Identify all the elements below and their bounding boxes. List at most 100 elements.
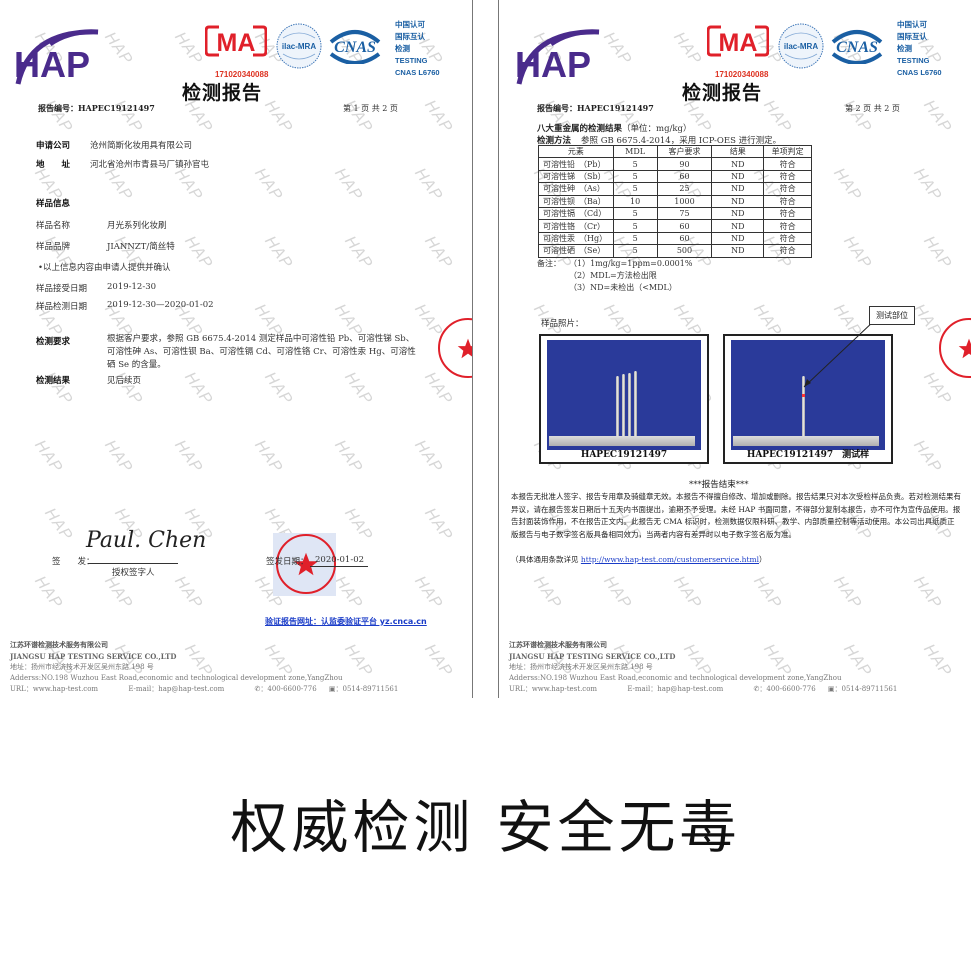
table-cell: 可溶性硒 （Se）	[538, 244, 614, 258]
watermark: HAP	[341, 505, 376, 545]
table-row: 可溶性硒 （Se） 5 500 ND 符合	[538, 244, 812, 258]
verify-report-link[interactable]: 验证报告网址：认监委验证平台 yz.cnca.cn	[265, 616, 427, 627]
report-number: 报告编号：HAPEC19121497	[38, 103, 155, 114]
cnas-line: CNAS L6760	[897, 68, 942, 77]
watermark: HAP	[411, 437, 446, 477]
photo-image	[547, 340, 701, 450]
watermark: HAP	[600, 573, 635, 613]
watermark: HAP	[910, 437, 945, 477]
disclaimer: 本报告无批准人签字、报告专用章及骑缝章无效。本报告不得擅自修改、增加或删除。报告…	[511, 492, 961, 539]
terms-line: （具体通用条款详见 http://www.hap-test.com/custom…	[511, 554, 961, 567]
results-table-body: 可溶性铅 （Pb） 5 90 ND 符合 可溶性锑 （Sb） 5 60 ND 符合 可溶性砷 （As…	[538, 157, 812, 258]
cnas-line: TESTING	[897, 56, 930, 65]
svg-text:HAP: HAP	[14, 44, 90, 85]
watermark: HAP	[411, 165, 446, 205]
requirement-label: 检测要求	[36, 337, 71, 347]
watermark: HAP	[101, 573, 136, 613]
cnas-logo: CNAS	[831, 30, 883, 64]
brush	[628, 373, 631, 440]
notes: （1）1mg/kg=1ppm=0.0001% （2）MDL=方法检出限 （3）N…	[569, 258, 692, 294]
photo-caption: HAPEC19121497 测试样	[746, 450, 870, 460]
footer-contact-row: URL：www.hap-test.com E-mail：hap@hap-test…	[10, 684, 398, 695]
report-title: 检测报告	[682, 82, 763, 104]
column-header: 单项判定	[763, 144, 812, 159]
footer: 江苏环谱检测技术服务有限公司 JIANGSU HAP TESTING SERVI…	[10, 640, 398, 695]
watermark: HAP	[421, 505, 456, 545]
watermark: HAP	[411, 573, 446, 613]
terms-suffix: ）	[759, 555, 767, 564]
address-label: 地 址	[36, 160, 71, 170]
watermark: HAP	[830, 165, 865, 205]
footer-email[interactable]: E-mail：hap@hap-test.com	[627, 685, 723, 693]
report-page-2: HAP HAP HAP HAP HAP HAP HAP HAP HAP HAP HAP HAP HAP H…	[498, 0, 971, 698]
result-label: 检测结果	[36, 376, 71, 386]
table-cell: 10	[612, 194, 658, 208]
results-heading-title: 八大重金属的检测结果	[537, 124, 623, 134]
brush	[622, 374, 625, 440]
column-header: 元素	[538, 144, 614, 159]
footer-url[interactable]: URL：www.hap-test.com	[509, 685, 597, 693]
requirement-text: 根据客户要求，参照 GB 6675.4-2014 测定样品中可溶性铅 Pb、可溶…	[107, 334, 416, 370]
table-cell: 可溶性砷 （As）	[538, 182, 614, 196]
watermark: HAP	[101, 165, 136, 205]
sign-date-value: 2020-01-02	[315, 555, 365, 565]
cnas-line: 国际互认	[897, 32, 927, 41]
watermark: HAP	[251, 165, 286, 205]
terms-link[interactable]: http://www.hap-test.com/customerservice.…	[581, 555, 759, 564]
note-item: （3）ND=未检出（<MDL）	[569, 283, 677, 292]
watermark: HAP	[530, 573, 565, 613]
report-number-label: 报告编号：	[38, 103, 78, 113]
sample-brand-label: 样品品牌	[36, 242, 71, 252]
table-cell: ND	[711, 244, 765, 258]
fax-icon: ▣	[328, 685, 336, 693]
sample-brand-value: JIANNZT/简丝特	[107, 242, 175, 252]
watermark: HAP	[670, 573, 705, 613]
ilac-mra-logo: ilac-MRA	[276, 23, 322, 69]
seam-stamp	[438, 318, 472, 378]
table-cell: 可溶性铅 （Pb）	[538, 157, 614, 171]
watermark: HAP	[31, 573, 66, 613]
page-number: 第 2 页 共 2 页	[845, 104, 900, 113]
table-cell: 1000	[656, 194, 713, 208]
table-cell: 可溶性锑 （Sb）	[538, 169, 614, 184]
table-cell: 25	[656, 182, 713, 196]
table-row: 可溶性砷 （As） 5 25 ND 符合	[538, 182, 812, 196]
watermark: HAP	[31, 437, 66, 477]
table-cell: 60	[656, 169, 713, 184]
seam-stamp	[939, 318, 971, 378]
sample-photo-1: HAPEC19121497	[539, 334, 709, 464]
svg-text:MA: MA	[719, 29, 758, 57]
watermark: HAP	[171, 165, 206, 205]
photo-label: 样品照片：	[541, 319, 584, 329]
star-icon	[958, 338, 971, 359]
table-cell: 75	[656, 206, 713, 221]
footer-email[interactable]: E-mail：hap@hap-test.com	[128, 685, 224, 693]
footer-url[interactable]: URL：www.hap-test.com	[10, 685, 98, 693]
watermark: HAP	[181, 369, 216, 409]
table-cell: 可溶性钡 （Ba）	[538, 194, 614, 208]
footer: 江苏环谱检测技术服务有限公司 JIANGSU HAP TESTING SERVI…	[509, 640, 897, 695]
hap-logo: HAP	[515, 29, 600, 85]
watermark: HAP	[920, 641, 955, 681]
footer-contact-row: URL：www.hap-test.com E-mail：hap@hap-test…	[509, 684, 897, 695]
table-cell: 60	[656, 219, 713, 233]
watermark: HAP	[101, 437, 136, 477]
applicant-label: 申请公司	[36, 141, 71, 151]
table-cell: 可溶性汞 （Hg）	[538, 231, 614, 246]
table-row: 可溶性钡 （Ba） 10 1000 ND 符合	[538, 194, 812, 208]
table-cell: ND	[711, 206, 765, 221]
footer-phone: ：400-6600-776	[260, 685, 317, 693]
hap-logo: HAP	[14, 29, 99, 85]
table-row: 可溶性铬 （Cr） 5 60 ND 符合	[538, 219, 812, 233]
watermark: HAP	[171, 29, 206, 69]
note-item: （1）1mg/kg=1ppm=0.0001%	[569, 259, 693, 268]
column-header: MDL	[612, 144, 658, 159]
callout-arrow	[803, 319, 876, 388]
footer-address-en: Adderss:NO.198 Wuzhou East Road,economic…	[509, 674, 842, 682]
ruler	[733, 436, 879, 446]
result-value: 见后续页	[107, 376, 142, 386]
sign-date-label: 签发日期：	[266, 557, 309, 567]
watermark: HAP	[261, 369, 296, 409]
table-cell: ND	[711, 169, 765, 184]
terms-prefix: （具体通用条款详见	[511, 555, 581, 564]
